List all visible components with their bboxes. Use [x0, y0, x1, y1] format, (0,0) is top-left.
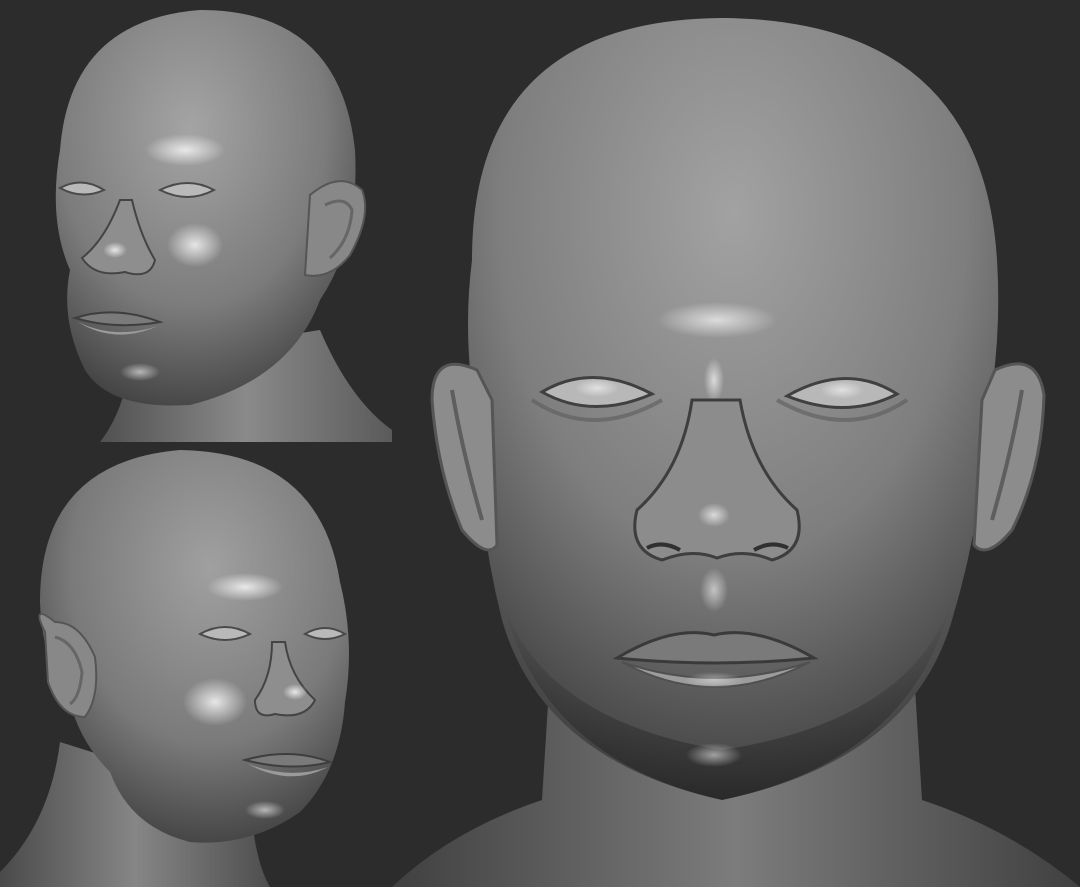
head-sculpt-icon [0, 0, 392, 442]
three-quarter-right-view [0, 442, 392, 887]
head-sculpt-icon [0, 442, 392, 887]
front-view [392, 0, 1080, 887]
sculpt-render-canvas [0, 0, 1080, 887]
head-sculpt-icon [392, 0, 1080, 887]
three-quarter-left-view [0, 0, 392, 442]
